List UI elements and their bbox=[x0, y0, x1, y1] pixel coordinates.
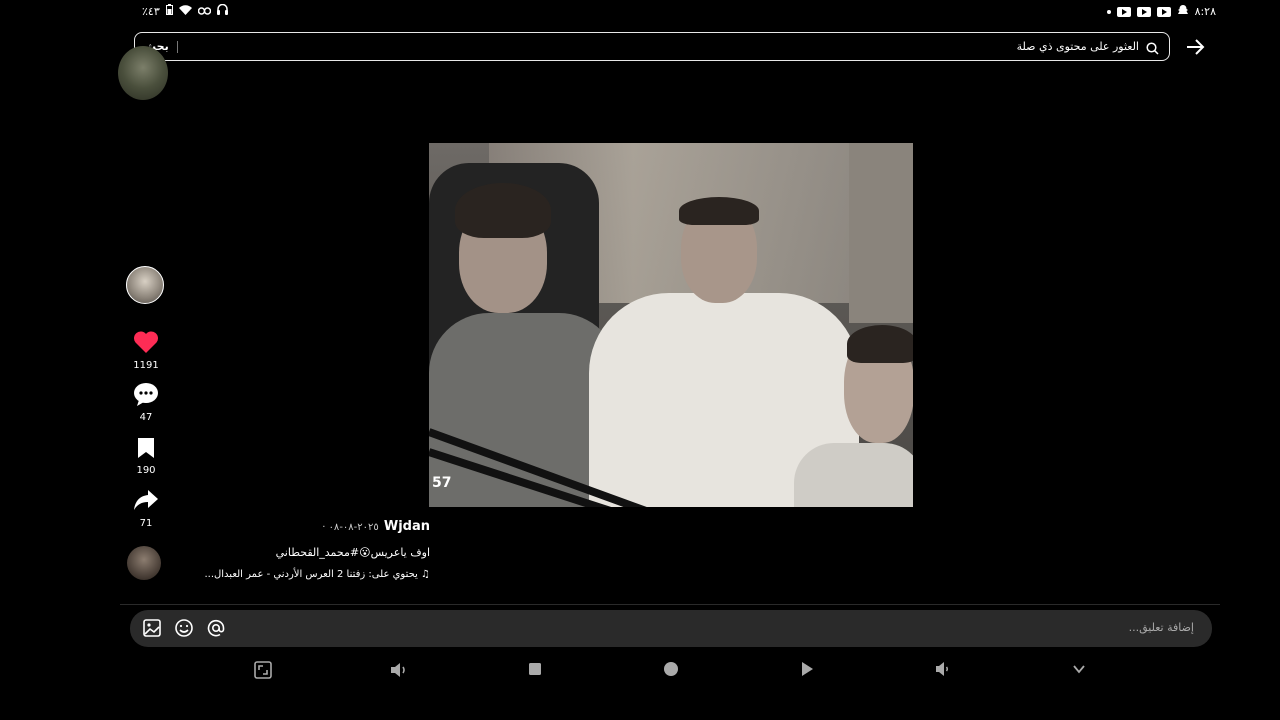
like-count: 1191 bbox=[133, 360, 159, 371]
heart-icon bbox=[133, 331, 159, 358]
snapchat-icon bbox=[1177, 4, 1189, 19]
bookmark-icon bbox=[136, 438, 156, 463]
divider bbox=[120, 604, 1220, 605]
battery-text: ٪٤٣ bbox=[142, 4, 160, 18]
youtube-notification-icon bbox=[1136, 6, 1151, 17]
bookmark-count: 190 bbox=[136, 465, 156, 476]
video-person-hair bbox=[847, 325, 913, 363]
video-person-hair bbox=[679, 197, 759, 225]
post-music[interactable]: ♫ يحتوي على: زفتنا 2 العرس الأردني - عمر… bbox=[30, 569, 430, 580]
chevron-down-icon[interactable] bbox=[1070, 660, 1088, 682]
post-caption: Wjdan ٢٠٢٥-٠٨-٠٨ · اوف ياعريس😮#محمد_القح… bbox=[30, 515, 430, 580]
wifi-icon bbox=[178, 4, 192, 18]
search-divider bbox=[177, 41, 178, 53]
video-person bbox=[794, 443, 913, 507]
volume-down-icon[interactable] bbox=[934, 660, 952, 682]
status-bar: ٪٤٣ ٨:٢٨ bbox=[0, 0, 1280, 24]
post-text: اوف ياعريس😮#محمد_القحطاني bbox=[275, 546, 430, 559]
back-icon[interactable] bbox=[798, 660, 816, 682]
search-input[interactable]: بحث العثور على محتوى ذي صلة bbox=[134, 32, 1170, 61]
screenshot-icon[interactable] bbox=[253, 660, 273, 684]
search-icon bbox=[1146, 40, 1159, 59]
video-overlay-number: 57 bbox=[432, 475, 452, 491]
notification-dot-icon bbox=[1106, 9, 1111, 14]
link-icon bbox=[197, 5, 211, 18]
back-arrow-icon[interactable] bbox=[1184, 36, 1206, 62]
search-placeholder: العثور على محتوى ذي صلة bbox=[1016, 40, 1139, 53]
mention-icon[interactable] bbox=[206, 618, 226, 642]
recents-icon[interactable] bbox=[526, 660, 544, 682]
navigation-bar bbox=[0, 656, 1280, 684]
creator-avatar[interactable] bbox=[126, 266, 164, 304]
share-arrow-icon bbox=[133, 490, 159, 516]
video-person-hair bbox=[455, 183, 551, 238]
image-icon[interactable] bbox=[142, 618, 162, 642]
battery-icon bbox=[165, 4, 173, 18]
post-music-text: يحتوي على: زفتنا 2 العرس الأردني - عمر ا… bbox=[204, 569, 418, 580]
emoji-icon[interactable] bbox=[174, 618, 194, 642]
comment-placeholder: إضافة تعليق... bbox=[1128, 621, 1194, 634]
bookmark-button[interactable]: 190 bbox=[126, 437, 166, 476]
music-note-icon: ♫ bbox=[421, 569, 430, 580]
comment-bubble-icon bbox=[133, 383, 159, 410]
status-right-group: ٨:٢٨ bbox=[1106, 4, 1216, 19]
volume-up-icon[interactable] bbox=[389, 660, 409, 684]
home-icon[interactable] bbox=[662, 660, 680, 682]
comment-button[interactable]: 47 bbox=[126, 382, 166, 423]
comment-input[interactable]: إضافة تعليق... bbox=[130, 610, 1212, 647]
post-date: ٢٠٢٥-٠٨-٠٨ · bbox=[322, 522, 379, 533]
video-player[interactable]: 57 bbox=[429, 143, 913, 507]
video-shelf bbox=[849, 143, 913, 323]
comment-count: 47 bbox=[139, 412, 153, 423]
headphones-icon bbox=[216, 3, 228, 18]
clock-text: ٨:٢٨ bbox=[1194, 5, 1216, 18]
avatar[interactable] bbox=[118, 46, 168, 100]
youtube-notification-icon bbox=[1156, 6, 1171, 17]
status-left-group: ٪٤٣ bbox=[142, 3, 228, 18]
youtube-notification-icon bbox=[1116, 6, 1131, 17]
post-author[interactable]: Wjdan bbox=[384, 519, 430, 534]
like-button[interactable]: 1191 bbox=[126, 330, 166, 371]
